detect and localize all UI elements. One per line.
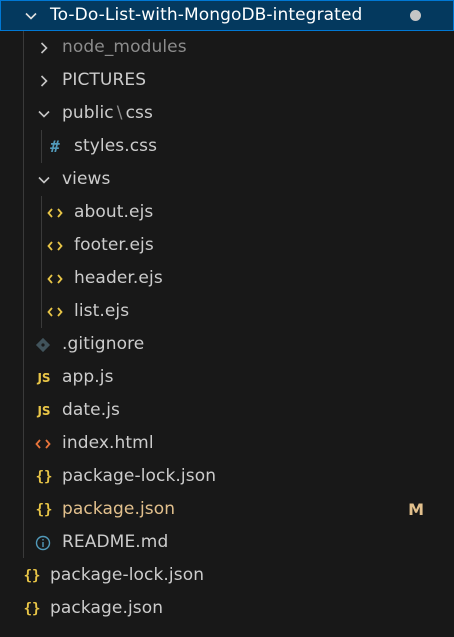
file-label: date.js <box>62 400 121 420</box>
chevron-right-icon <box>36 31 52 64</box>
explorer-root-folder[interactable]: To-Do-List-with-MongoDB-integrated <box>0 0 454 31</box>
file-label: styles.css <box>74 136 158 156</box>
folder-node-modules[interactable]: node_modules <box>0 31 454 64</box>
info-icon <box>34 526 52 559</box>
json-icon: {} <box>35 468 53 485</box>
folder-label: public \ css <box>62 97 153 130</box>
ejs-icon <box>46 229 64 262</box>
file-about-ejs[interactable]: about.ejs <box>0 196 454 229</box>
file-date-js[interactable]: JS date.js <box>0 394 454 427</box>
file-gitignore[interactable]: .gitignore <box>0 328 454 361</box>
file-footer-ejs[interactable]: footer.ejs <box>0 229 454 262</box>
git-icon <box>34 328 52 361</box>
chevron-down-icon <box>36 163 52 196</box>
file-label: app.js <box>62 367 114 387</box>
file-package-json-root[interactable]: {} package.json <box>0 592 454 625</box>
file-package-json[interactable]: {} package.json M <box>0 493 454 526</box>
folder-label: PICTURES <box>62 70 147 90</box>
file-list-ejs[interactable]: list.ejs <box>0 295 454 328</box>
file-styles-css[interactable]: # styles.css <box>0 130 454 163</box>
css-hash-icon: # <box>50 137 60 156</box>
folder-views[interactable]: views <box>0 163 454 196</box>
file-package-lock-json-root[interactable]: {} package-lock.json <box>0 559 454 592</box>
file-label: index.html <box>62 433 154 453</box>
chevron-down-icon <box>36 97 52 130</box>
path-separator: \ <box>116 103 123 123</box>
file-app-js[interactable]: JS app.js <box>0 361 454 394</box>
file-label: package-lock.json <box>50 565 205 585</box>
file-index-html[interactable]: index.html <box>0 427 454 460</box>
folder-public-css[interactable]: public \ css <box>0 97 454 130</box>
file-label: .gitignore <box>62 334 145 354</box>
file-label: header.ejs <box>74 268 163 288</box>
ejs-icon <box>46 196 64 229</box>
file-readme-md[interactable]: README.md <box>0 526 454 559</box>
json-icon: {} <box>23 567 41 584</box>
file-label: package-lock.json <box>62 466 217 486</box>
file-explorer: To-Do-List-with-MongoDB-integrated node_… <box>0 0 454 637</box>
js-icon: JS <box>37 370 51 385</box>
file-label: package.json <box>50 598 164 618</box>
ejs-icon <box>46 262 64 295</box>
file-header-ejs[interactable]: header.ejs <box>0 262 454 295</box>
ejs-icon <box>46 295 64 328</box>
folder-pictures[interactable]: PICTURES <box>0 64 454 97</box>
folder-label: views <box>62 169 111 189</box>
json-icon: {} <box>23 600 41 617</box>
file-label: package.json <box>62 499 176 519</box>
folder-label: node_modules <box>62 37 187 57</box>
file-label: footer.ejs <box>74 235 154 255</box>
chevron-down-icon <box>23 1 39 30</box>
file-label: README.md <box>62 532 169 552</box>
html-icon <box>34 427 52 460</box>
folder-label-part: css <box>125 103 153 123</box>
git-modified-badge: M <box>408 500 424 519</box>
file-label: list.ejs <box>74 301 130 321</box>
chevron-right-icon <box>36 64 52 97</box>
file-label: about.ejs <box>74 202 154 222</box>
js-icon: JS <box>37 403 51 418</box>
json-icon: {} <box>35 501 53 518</box>
changes-dot-icon <box>410 10 421 21</box>
folder-label-part: public <box>62 103 114 123</box>
root-folder-label: To-Do-List-with-MongoDB-integrated <box>50 5 363 25</box>
file-package-lock-json[interactable]: {} package-lock.json <box>0 460 454 493</box>
